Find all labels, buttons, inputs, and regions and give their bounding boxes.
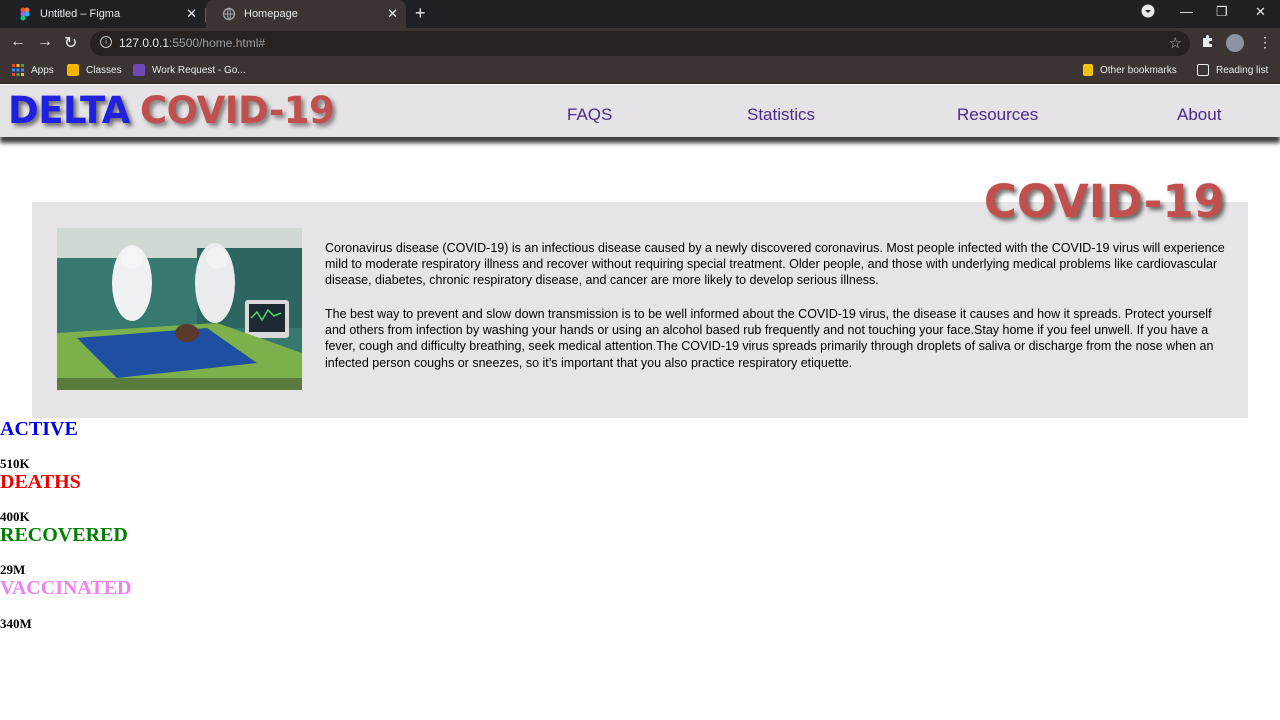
hospital-photo	[57, 228, 302, 390]
tab-title: Untitled – Figma	[40, 8, 121, 20]
stat-label-vaccinated: VACCINATED	[0, 577, 132, 599]
bookmark-star-icon[interactable]: ☆	[1169, 34, 1182, 52]
bookmark-classes[interactable]: Classes	[67, 64, 122, 76]
reading-list-icon	[1197, 64, 1209, 76]
browser-toolbar: ← → ↻ i 127.0.0.1:5500/home.html# ☆ ⋮	[0, 28, 1280, 59]
stat-value-vaccinated: 340M	[0, 616, 32, 631]
menu-kebab-icon[interactable]: ⋮	[1258, 34, 1272, 51]
nav-link-resources[interactable]: Resources	[957, 105, 1038, 125]
other-bookmarks[interactable]: Other bookmarks	[1083, 64, 1177, 76]
restore-icon[interactable]: ❐	[1216, 4, 1228, 20]
classroom-icon	[67, 64, 79, 76]
close-tab-icon[interactable]: ✕	[186, 6, 197, 22]
folder-icon	[1083, 64, 1093, 76]
bookmarks-bar: Apps Classes Work Request - Go... Other …	[0, 59, 1280, 84]
address-bar[interactable]: i 127.0.0.1:5500/home.html# ☆	[90, 31, 1190, 56]
tab-homepage[interactable]: Homepage ✕	[206, 0, 406, 28]
nav-link-statistics[interactable]: Statistics	[747, 105, 815, 125]
stat-label-active: ACTIVE	[0, 418, 78, 440]
nav-link-about[interactable]: About	[1177, 105, 1221, 125]
extensions-puzzle-icon[interactable]	[1201, 34, 1215, 51]
stat-value-deaths: 400K	[0, 509, 30, 524]
intro-paragraph: Coronavirus disease (COVID-19) is an inf…	[325, 241, 1225, 288]
stat-value-active: 510K	[0, 456, 30, 471]
forward-arrow-icon[interactable]: →	[37, 33, 53, 51]
profile-avatar[interactable]	[1226, 34, 1244, 52]
globe-icon	[222, 7, 236, 21]
back-arrow-icon[interactable]: ←	[10, 33, 26, 51]
page-content: DELTA COVID-19 FAQS Statistics Resources …	[0, 85, 1280, 720]
stat-value-recovered: 29M	[0, 562, 26, 577]
stat-label-recovered: RECOVERED	[0, 524, 128, 546]
hero-title: COVID-19	[983, 175, 1225, 228]
close-tab-icon[interactable]: ✕	[387, 6, 398, 22]
prevention-paragraph: The best way to prevent and slow down tr…	[325, 307, 1214, 370]
url-text: 127.0.0.1:5500/home.html#	[119, 36, 266, 50]
minimize-icon[interactable]: —	[1180, 4, 1193, 19]
tab-title: Homepage	[244, 8, 298, 20]
info-box: Coronavirus disease (COVID-19) is an inf…	[32, 202, 1248, 418]
site-logo[interactable]: DELTA COVID-19	[8, 89, 335, 132]
profile-menu-icon[interactable]	[1141, 4, 1155, 21]
nav-link-faqs[interactable]: FAQS	[567, 105, 612, 125]
figma-icon	[18, 7, 32, 21]
bookmark-apps[interactable]: Apps	[12, 64, 54, 76]
bookmark-work-request[interactable]: Work Request - Go...	[133, 64, 246, 76]
reload-icon[interactable]: ↻	[64, 33, 77, 53]
apps-grid-icon	[12, 64, 24, 76]
site-navbar: DELTA COVID-19 FAQS Statistics Resources …	[0, 85, 1280, 137]
stat-label-deaths: DEATHS	[0, 471, 81, 493]
browser-tab-bar: Untitled – Figma ✕ Homepage ✕ + — ❐ ✕	[0, 0, 1280, 28]
forms-icon	[133, 64, 145, 76]
site-info-icon[interactable]: i	[100, 36, 112, 48]
close-window-icon[interactable]: ✕	[1255, 4, 1266, 20]
reading-list[interactable]: Reading list	[1197, 64, 1268, 76]
tab-figma[interactable]: Untitled – Figma ✕	[0, 0, 206, 28]
new-tab-icon[interactable]: +	[415, 3, 426, 24]
